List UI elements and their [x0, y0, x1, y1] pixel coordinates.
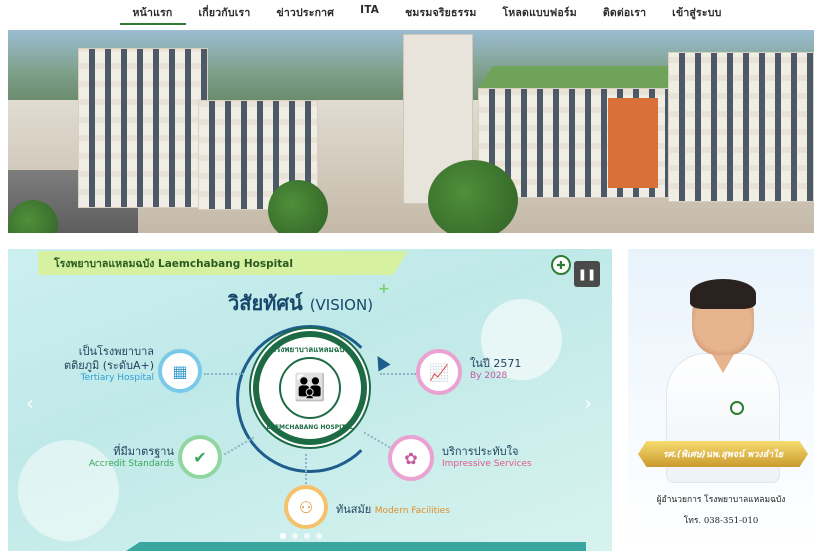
vision-item-modern: ทันสมัย Modern Facilities [336, 503, 450, 517]
vision-item-impressive: บริการประทับใจ Impressive Services [442, 445, 532, 470]
director-hair [690, 279, 756, 309]
slider-pagination [280, 533, 322, 539]
vision-item-en: Accredit Standards [88, 458, 174, 469]
vision-item-accredit: ที่มีมาตรฐาน Accredit Standards [70, 445, 174, 470]
hero-hospital-photo [8, 30, 814, 233]
slider-dot[interactable] [304, 533, 310, 539]
vision-item-th: เป็นโรงพยาบาล ตติยภูมิ (ระดับA+) [64, 345, 154, 372]
slide-banner: โรงพยาบาลแหลมฉบัง Laemchabang Hospital [38, 251, 408, 275]
sparkle-icon: + [378, 281, 390, 297]
slide-bottom-band [126, 542, 586, 551]
nav-item-login[interactable]: เข้าสู่ระบบ [659, 4, 734, 25]
vision-title: วิสัยทัศน์ (VISION) [228, 287, 373, 319]
center-hospital-logo: โรงพยาบาลแหลมฉบัง 👪 LAEMCHABANG HOSPITAL [253, 331, 367, 445]
director-name: รศ.(พิเศษ)นพ.สุพจน์ พวงลำไย [662, 450, 784, 460]
vision-item-2028: ในปี 2571 By 2028 [470, 357, 521, 382]
vision-item-tertiary: เป็นโรงพยาบาล ตติยภูมิ (ระดับA+) Tertiar… [58, 345, 154, 384]
family-icon: 👪 [279, 357, 341, 419]
nav-item-forms[interactable]: โหลดแบบฟอร์ม [489, 4, 589, 25]
pause-button[interactable]: ❚❚ [574, 261, 600, 287]
nav-item-home[interactable]: หน้าแรก [119, 4, 186, 25]
badge-check-icon: ✔ [178, 435, 222, 479]
director-card: รศ.(พิเศษ)นพ.สุพจน์ พวงลำไย ผู้อำนวยการ … [628, 249, 814, 551]
vision-item-th: บริการประทับใจ [442, 445, 519, 458]
director-name-ribbon: รศ.(พิเศษ)นพ.สุพจน์ พวงลำไย [638, 441, 808, 467]
slider-next-button[interactable]: › [584, 391, 592, 415]
pause-icon: ❚❚ [577, 267, 597, 281]
vision-item-th: ทันสมัย [336, 503, 372, 516]
nav-item-about[interactable]: เกี่ยวกับเรา [186, 4, 264, 25]
main-nav: หน้าแรก เกี่ยวกับเรา ข่าวประกาศ ITA ชมรม… [0, 0, 814, 28]
hospital-logo-icon: ✚ [551, 255, 571, 275]
service-star-icon: ✿ [388, 435, 434, 481]
hero-tree [268, 180, 328, 233]
vision-item-en: Impressive Services [442, 458, 532, 469]
director-phone: โทร. 038-351-010 [683, 516, 759, 526]
vision-title-th: วิสัยทัศน์ [228, 291, 303, 315]
nav-menu: หน้าแรก เกี่ยวกับเรา ข่าวประกาศ ITA ชมรม… [119, 4, 735, 25]
slider-dot[interactable] [292, 533, 298, 539]
hospital-badge-icon [730, 401, 744, 415]
chevron-left-icon: ‹ [26, 391, 34, 415]
slider-dot[interactable] [280, 533, 286, 539]
vision-item-en: By 2028 [470, 370, 508, 381]
nav-item-contact[interactable]: ติดต่อเรา [590, 4, 659, 25]
center-logo-top-text: โรงพยาบาลแหลมฉบัง [271, 345, 349, 354]
nav-item-ita[interactable]: ITA [347, 4, 392, 25]
center-logo-bottom-text: LAEMCHABANG HOSPITAL [266, 424, 354, 431]
vision-item-en: Tertiary Hospital [80, 372, 154, 383]
nav-item-ethics[interactable]: ชมรมจริยธรรม [392, 4, 489, 25]
vision-item-en: Modern Facilities [374, 506, 450, 516]
connector-dots [305, 454, 307, 484]
people-icon: ⚇ [284, 485, 328, 529]
slider-dot[interactable] [316, 533, 322, 539]
director-title: ผู้อำนวยการ โรงพยาบาลแหลมฉบัง [656, 495, 786, 505]
vision-slider: โรงพยาบาลแหลมฉบัง Laemchabang Hospital ✚… [8, 249, 612, 551]
growth-chart-icon: 📈 [416, 349, 462, 395]
hero-orange-wall [608, 98, 658, 188]
vision-item-th: ในปี 2571 [470, 357, 522, 370]
hero-building-far-right [668, 52, 814, 202]
connector-dots [204, 373, 244, 375]
vision-title-en: (VISION) [309, 296, 374, 314]
hero-building-left [78, 48, 208, 208]
slider-prev-button[interactable]: ‹ [26, 391, 34, 415]
hero-tree [428, 160, 518, 233]
connector-dots [380, 373, 416, 375]
hospital-building-icon: ▦ [158, 349, 202, 393]
vision-item-th: ที่มีมาตรฐาน [113, 445, 174, 458]
chevron-right-icon: › [584, 391, 592, 415]
slide-banner-text: โรงพยาบาลแหลมฉบัง Laemchabang Hospital [54, 257, 293, 270]
nav-item-news[interactable]: ข่าวประกาศ [263, 4, 347, 25]
